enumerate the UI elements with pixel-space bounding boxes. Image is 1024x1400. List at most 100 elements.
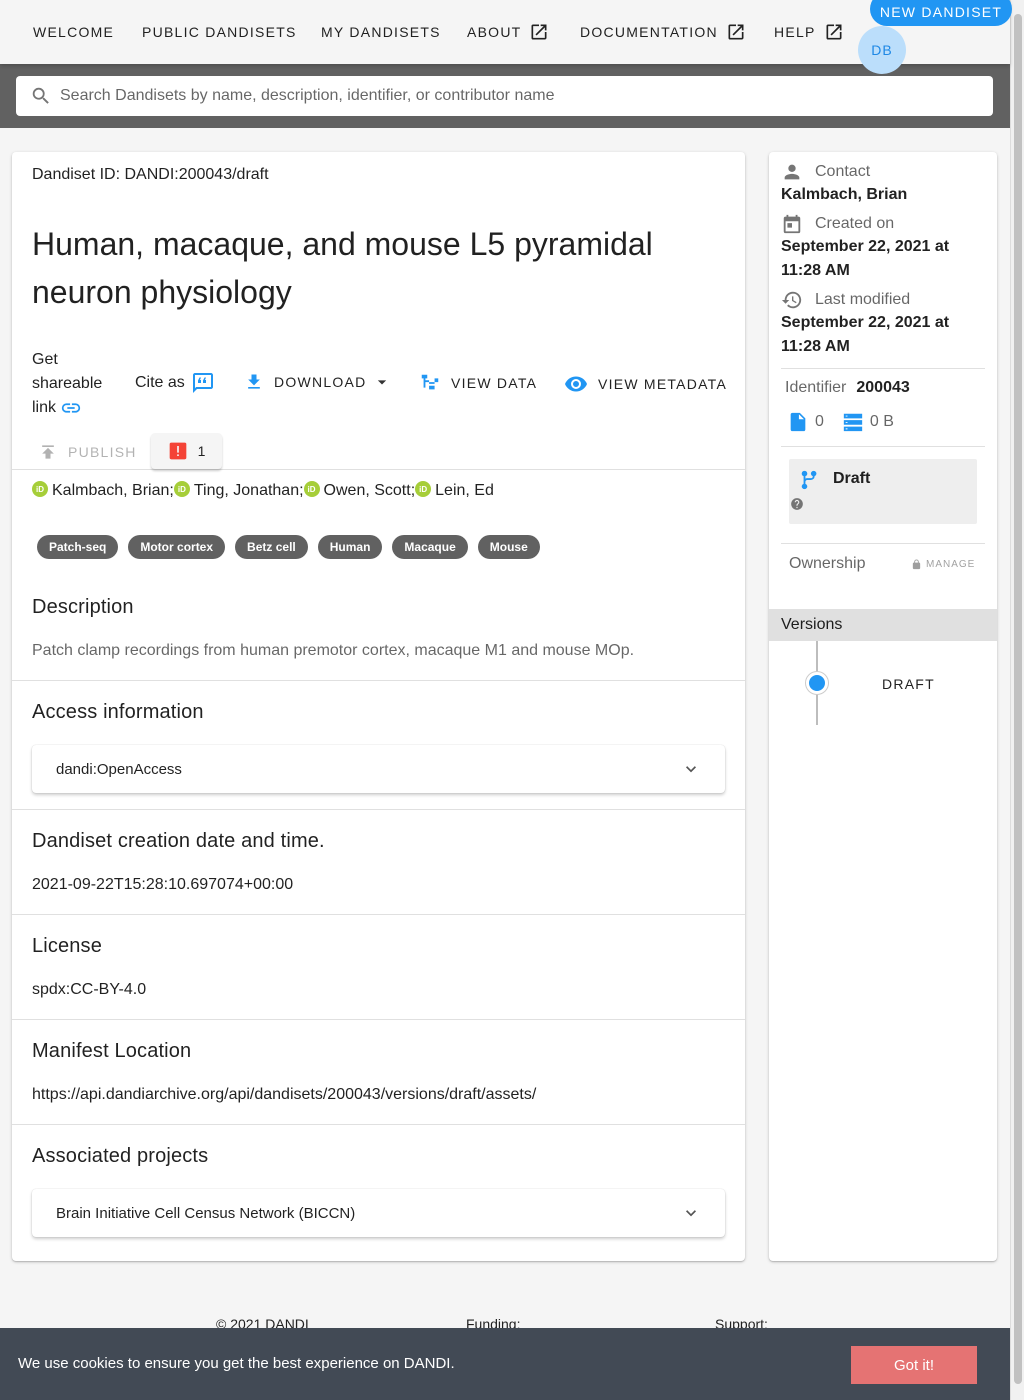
- keyword-chip[interactable]: Human: [317, 535, 383, 559]
- identifier-value: 200043: [856, 379, 910, 396]
- nav-about-label: ABOUT: [467, 24, 522, 40]
- keyword-chip[interactable]: Motor cortex: [128, 535, 226, 559]
- view-data-label: VIEW DATA: [451, 375, 538, 391]
- eye-icon: [565, 376, 587, 392]
- dandiset-title: Human, macaque, and mouse L5 pyramidal n…: [32, 226, 653, 310]
- orcid-icon: iD: [303, 481, 320, 497]
- nav-public-dandisets[interactable]: PUBLIC DANDISETS: [142, 20, 297, 44]
- search-input[interactable]: [60, 87, 993, 105]
- user-avatar[interactable]: DB: [858, 26, 906, 74]
- author-name: Owen, Scott;: [323, 482, 416, 499]
- divider: [12, 914, 745, 915]
- cite-as-label: Cite as: [135, 374, 185, 391]
- created-label: Created on: [781, 213, 894, 235]
- nav-my-dandisets[interactable]: MY DANDISETS: [321, 20, 441, 44]
- file-icon: [790, 412, 806, 432]
- help-icon[interactable]: [790, 497, 804, 511]
- keyword-chip[interactable]: Betz cell: [235, 535, 308, 559]
- version-status-box: Draft: [789, 459, 977, 524]
- view-data-button[interactable]: VIEW DATA: [419, 372, 537, 394]
- history-icon: [781, 291, 802, 309]
- external-link-icon: [531, 24, 547, 40]
- publish-button[interactable]: PUBLISH: [32, 434, 137, 470]
- author-item[interactable]: iD Kalmbach, Brian;: [32, 481, 174, 500]
- keyword-chip[interactable]: Mouse: [477, 535, 540, 559]
- cookie-accept-button[interactable]: Got it!: [851, 1346, 977, 1384]
- calendar-icon: [783, 214, 801, 234]
- divider: [12, 469, 745, 470]
- download-label: DOWNLOAD: [274, 374, 367, 390]
- manifest-heading: Manifest Location: [32, 1040, 192, 1062]
- nav-my-dandisets-label: MY DANDISETS: [321, 24, 441, 40]
- new-dandiset-button[interactable]: NEW DANDISET: [870, 0, 1012, 26]
- access-value: dandi:OpenAccess: [56, 760, 182, 778]
- alert-icon: [169, 442, 186, 460]
- nav-documentation-label: DOCUMENTATION: [580, 24, 718, 40]
- access-expander[interactable]: dandi:OpenAccess: [32, 745, 725, 793]
- contact-label: Contact: [781, 161, 870, 183]
- error-count: 1: [197, 443, 206, 459]
- author-item[interactable]: iD Lein, Ed: [415, 481, 494, 500]
- nav-welcome[interactable]: WELCOME: [33, 20, 114, 44]
- projects-heading: Associated projects: [32, 1145, 209, 1167]
- description-heading: Description: [32, 596, 134, 618]
- manifest-value[interactable]: https://api.dandiarchive.org/api/dandise…: [32, 1086, 536, 1104]
- divider: [781, 368, 985, 369]
- stats-row: 0 0 B: [787, 411, 894, 433]
- divider: [12, 809, 745, 810]
- top-nav: WELCOME PUBLIC DANDISETS MY DANDISETS AB…: [0, 0, 1012, 74]
- dandiset-main-card: Dandiset ID: DANDI:200043/draft Human, m…: [12, 152, 745, 1261]
- projects-expander[interactable]: Brain Initiative Cell Census Network (BI…: [32, 1189, 725, 1237]
- share-link-button[interactable]: Get shareable link: [32, 348, 102, 420]
- link-icon: [62, 403, 81, 413]
- author-item[interactable]: iD Ting, Jonathan;: [173, 481, 304, 500]
- creation-heading: Dandiset creation date and time.: [32, 830, 325, 852]
- keyword-chips: Patch-seq Motor cortex Betz cell Human M…: [37, 535, 550, 559]
- total-size: 0 B: [869, 413, 894, 430]
- keyword-chip[interactable]: Macaque: [392, 535, 468, 559]
- divider: [12, 1124, 745, 1125]
- dandiset-id: Dandiset ID: DANDI:200043/draft: [32, 166, 269, 183]
- created-label-text: Created on: [815, 215, 895, 232]
- view-metadata-button[interactable]: VIEW METADATA: [564, 372, 727, 396]
- modified-value: September 22, 2021 at 11:28 AM: [781, 314, 950, 355]
- nav-documentation[interactable]: DOCUMENTATION: [580, 20, 746, 44]
- view-metadata-label: VIEW METADATA: [598, 376, 728, 392]
- access-heading: Access information: [32, 701, 204, 723]
- version-draft-button[interactable]: DRAFT: [882, 676, 935, 692]
- caret-down-icon: [378, 380, 387, 385]
- external-link-icon: [826, 24, 842, 40]
- description-text: Patch clamp recordings from human premot…: [32, 642, 635, 659]
- external-link-icon: [728, 24, 744, 40]
- versions-heading: Versions: [769, 609, 997, 641]
- version-status: Draft: [833, 470, 871, 487]
- scrollbar-thumb[interactable]: [1014, 14, 1022, 1384]
- created-value: September 22, 2021 at 11:28 AM: [781, 238, 950, 279]
- chevron-down-icon: [686, 766, 696, 773]
- person-icon: [784, 164, 800, 180]
- author-item[interactable]: iD Owen, Scott;: [303, 481, 416, 500]
- nav-about[interactable]: ABOUT: [467, 20, 549, 44]
- author-name: Ting, Jonathan;: [193, 482, 304, 499]
- manage-ownership-button[interactable]: MANAGE: [911, 559, 975, 570]
- contact-label-text: Contact: [815, 163, 871, 180]
- orcid-icon: iD: [415, 481, 432, 497]
- validation-errors-button[interactable]: 1: [151, 433, 222, 469]
- modified-label-text: Last modified: [815, 291, 911, 308]
- cite-as-button[interactable]: Cite as: [135, 371, 215, 395]
- nav-help[interactable]: HELP: [774, 20, 844, 44]
- scrollbar[interactable]: [1010, 0, 1024, 1400]
- ownership-label: Ownership: [789, 555, 866, 572]
- divider: [781, 446, 985, 447]
- download-button[interactable]: DOWNLOAD: [244, 372, 392, 392]
- database-icon: [843, 413, 863, 432]
- cookie-text: We use cookies to ensure you get the bes…: [18, 1355, 455, 1372]
- author-list: iD Kalmbach, Brian; iD Ting, Jonathan; iD O…: [32, 481, 494, 500]
- divider: [12, 1019, 745, 1020]
- lock-icon: [912, 559, 921, 570]
- divider: [781, 543, 985, 544]
- nav-help-label: HELP: [774, 24, 816, 40]
- keyword-chip[interactable]: Patch-seq: [37, 535, 119, 559]
- license-value: spdx:CC-BY-4.0: [32, 981, 147, 998]
- search-box[interactable]: [16, 76, 993, 116]
